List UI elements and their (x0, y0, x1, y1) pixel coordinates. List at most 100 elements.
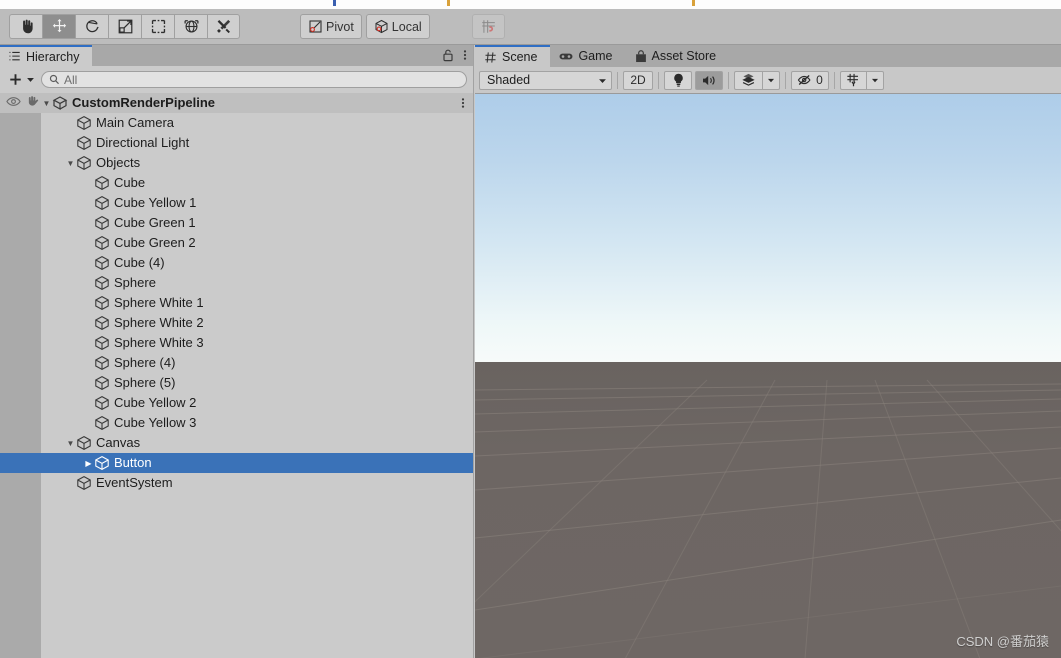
hierarchy-row[interactable]: ▼ Objects (0, 153, 473, 173)
grid-snap-group (472, 14, 505, 39)
hierarchy-row[interactable]: ▼ CustomRenderPipeline (0, 93, 473, 113)
hierarchy-item-label: Cube Green 1 (114, 215, 196, 230)
scene-grid-dropdown[interactable] (866, 70, 884, 90)
tree-expander[interactable]: ▼ (41, 99, 52, 108)
hierarchy-tree[interactable]: ▼ CustomRenderPipeline Main Camera Directio… (0, 93, 473, 658)
hierarchy-row[interactable]: Cube Green 1 (0, 213, 473, 233)
hierarchy-icon (9, 51, 20, 61)
gameobject-icon (77, 435, 91, 451)
kebab-menu-icon[interactable] (461, 96, 465, 110)
draw-mode-dropdown[interactable]: Shaded (479, 70, 612, 90)
tree-expander[interactable]: ▶ (83, 459, 94, 468)
scene-gizmos (475, 379, 1061, 658)
hierarchy-row[interactable]: Cube Green 2 (0, 233, 473, 253)
game-tab-label: Game (578, 49, 613, 63)
hierarchy-row[interactable]: Main Camera (0, 113, 473, 133)
tree-expander[interactable]: ▼ (65, 439, 76, 448)
tab-hierarchy[interactable]: Hierarchy (0, 45, 92, 66)
hierarchy-item-label: Sphere (114, 275, 156, 290)
hierarchy-row[interactable]: Sphere White 2 (0, 313, 473, 333)
grid-snapping-button[interactable] (472, 14, 505, 39)
pivot-toggle-button[interactable]: Pivot (300, 14, 362, 39)
main-toolbar: Pivot Local (0, 9, 1061, 45)
move-tool-button[interactable] (42, 14, 75, 39)
pickability-icon[interactable] (26, 95, 40, 107)
hierarchy-row[interactable]: ▼ Canvas (0, 433, 473, 453)
top-strip-mark-1 (333, 0, 336, 6)
speaker-icon (702, 75, 715, 85)
lightbulb-icon (673, 73, 683, 87)
hierarchy-row[interactable]: Sphere White 1 (0, 293, 473, 313)
hierarchy-row[interactable]: Cube (0, 173, 473, 193)
rect-tool-button[interactable] (141, 14, 174, 39)
hierarchy-item-label: Cube (114, 175, 146, 190)
top-strip-mark-3 (692, 0, 695, 6)
hierarchy-item-label: Cube Yellow 3 (114, 415, 197, 430)
hierarchy-row[interactable]: Sphere (0, 273, 473, 293)
tab-asset-store[interactable]: Asset Store (626, 45, 730, 67)
scale-tool-button[interactable] (108, 14, 141, 39)
kebab-menu-icon[interactable] (463, 48, 467, 62)
tab-scene[interactable]: Scene (475, 45, 551, 67)
toolbar-separator (617, 71, 618, 89)
gameobject-icon (95, 235, 109, 251)
rotate-tool-button[interactable] (75, 14, 108, 39)
scene-fx-button[interactable] (734, 70, 762, 90)
scene-audio-button[interactable] (695, 70, 723, 90)
scene-tab-label: Scene (502, 50, 538, 64)
hierarchy-search-row: All (0, 66, 473, 93)
scene-fx-dropdown[interactable] (762, 70, 780, 90)
local-toggle-button[interactable]: Local (365, 14, 430, 39)
gameobject-icon (95, 395, 109, 411)
hierarchy-search-input[interactable]: All (41, 71, 467, 88)
hierarchy-row[interactable]: Cube Yellow 3 (0, 413, 473, 433)
hierarchy-row[interactable]: Cube Yellow 1 (0, 193, 473, 213)
hierarchy-row[interactable]: Cube Yellow 2 (0, 393, 473, 413)
window-top-strip (0, 0, 1061, 9)
hierarchy-row-selected[interactable]: ▶ Button (0, 453, 473, 473)
gameobject-icon (95, 275, 109, 291)
gameobject-icon (77, 115, 91, 131)
hierarchy-row[interactable]: Directional Light (0, 133, 473, 153)
draw-mode-label: Shaded (487, 73, 531, 87)
scene-visibility-toggles[interactable] (6, 95, 40, 107)
lock-icon[interactable] (442, 48, 454, 62)
eye-icon[interactable] (6, 96, 21, 107)
scene-lighting-button[interactable] (664, 70, 692, 90)
hierarchy-row[interactable]: Sphere (5) (0, 373, 473, 393)
scene-visibility-button[interactable]: 0 (791, 70, 829, 90)
hierarchy-item-label: CustomRenderPipeline (72, 95, 216, 110)
hierarchy-item-label: Sphere White 1 (114, 295, 204, 310)
hierarchy-item-label: Button (114, 455, 152, 470)
tab-game[interactable]: Game (550, 45, 625, 67)
gameobject-icon (95, 175, 109, 191)
gameobject-icon (95, 415, 109, 431)
toolbar-separator-2 (658, 71, 659, 89)
toolbar-separator-5 (834, 71, 835, 89)
hierarchy-row[interactable]: EventSystem (0, 473, 473, 493)
scene-icon (52, 96, 68, 111)
hand-tool-button[interactable] (9, 14, 42, 39)
grid-axis-icon (847, 73, 858, 87)
hierarchy-row[interactable]: Sphere White 3 (0, 333, 473, 353)
shop-icon (635, 49, 646, 62)
eye-off-icon (797, 74, 811, 86)
custom-editor-tool-button[interactable] (207, 14, 240, 39)
hierarchy-item-label: Cube Yellow 2 (114, 395, 197, 410)
hierarchy-item-label: Cube (4) (114, 255, 165, 270)
ground-grid (475, 383, 1061, 658)
hierarchy-item-label: Main Camera (96, 115, 175, 130)
hierarchy-row[interactable]: Cube (4) (0, 253, 473, 273)
hierarchy-row[interactable]: Sphere (4) (0, 353, 473, 373)
transform-tool-button[interactable] (174, 14, 207, 39)
hierarchy-item-label: Directional Light (96, 135, 190, 150)
gameobject-icon (77, 135, 91, 151)
watermark: CSDN @番茄猿 (956, 634, 1049, 649)
add-gameobject-button[interactable] (6, 72, 37, 87)
hierarchy-item-label: Cube Green 2 (114, 235, 196, 250)
toggle-2d-button[interactable]: 2D (623, 70, 653, 90)
scene-grid-button[interactable] (840, 70, 866, 90)
scene-viewport[interactable]: CSDN @番茄猿 (475, 94, 1061, 658)
tree-expander[interactable]: ▼ (65, 159, 76, 168)
scene-panel: Scene Game Asset Store Shaded 2D 0 CSDN … (475, 45, 1061, 658)
